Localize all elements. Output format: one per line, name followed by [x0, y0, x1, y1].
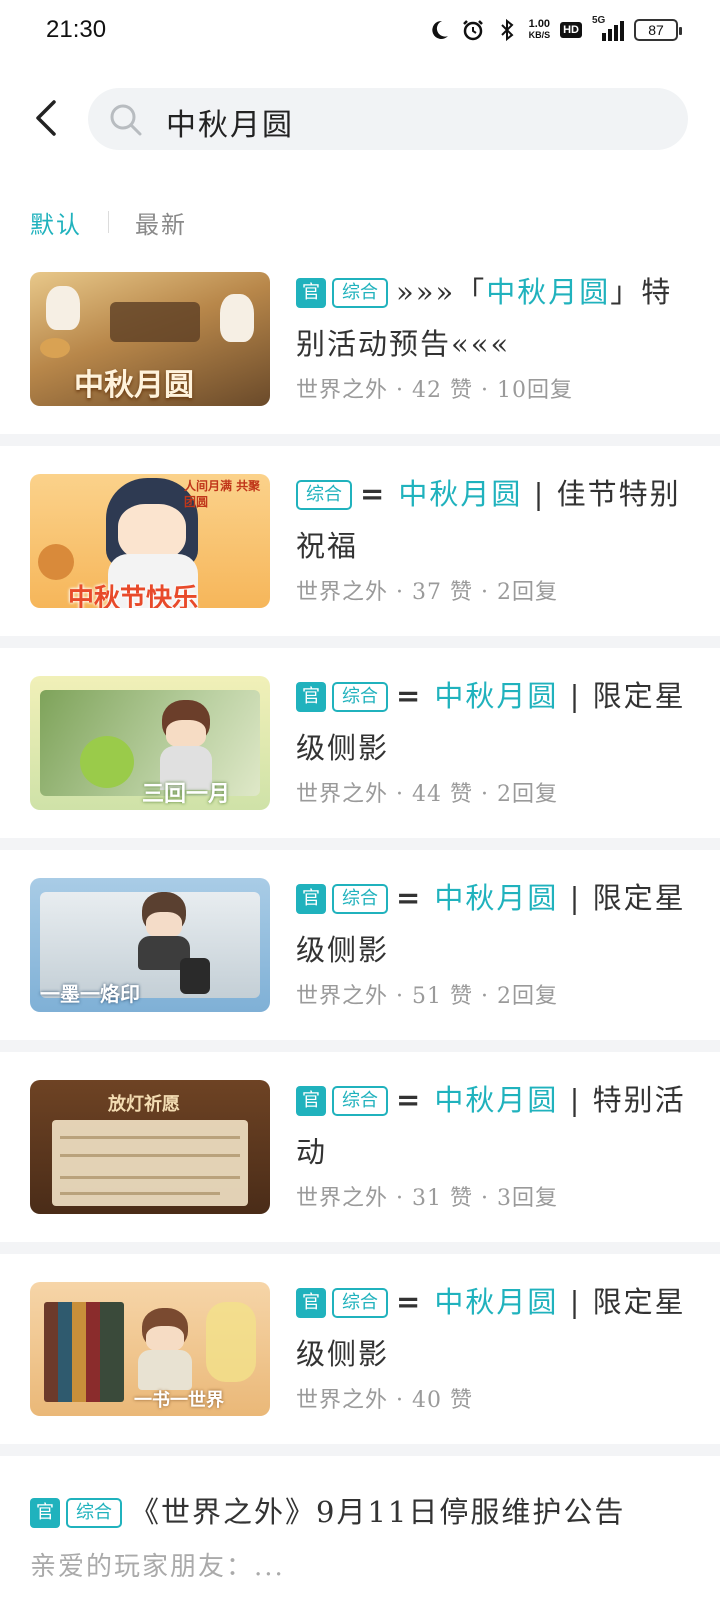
speed-value: 1.00: [528, 18, 551, 30]
post-meta: 世界之外 · 40 赞: [296, 1388, 473, 1413]
post-title[interactable]: 官综合 »»»「中秋月圆」特别活动预告«««: [296, 266, 696, 370]
thumbnail-caption: 中秋月圆: [74, 368, 194, 403]
thumbnail-caption: 三回一月: [142, 781, 231, 807]
thumbnail-corner-text: 人间月满 共聚团圆: [184, 479, 261, 509]
post-meta: 世界之外 · 51 赞 · 2回复: [296, 984, 558, 1009]
title-prefix: =: [396, 1083, 435, 1117]
title-prefix: =: [396, 1285, 435, 1319]
signal-icon: 5G: [592, 15, 624, 41]
post-title[interactable]: 官综合 = 中秋月圆 | 特别活动: [296, 1074, 696, 1178]
post-meta: 世界之外 · 37 赞 · 2回复: [296, 580, 558, 605]
official-tag: 官: [296, 884, 326, 914]
post-item[interactable]: 放灯祈愿 官综合 = 中秋月圆 | 特别活动 世界之外 · 31 赞 · 3回复: [0, 1068, 720, 1264]
network-speed: 1.00 KB/S: [529, 19, 551, 41]
tab-default[interactable]: 默认: [30, 205, 82, 240]
title-highlight: 中秋月圆: [434, 1285, 559, 1319]
official-tag: 官: [30, 1498, 60, 1528]
post-meta: 世界之外 · 44 赞 · 2回复: [296, 782, 558, 807]
post-preview: 亲爱的玩家朋友：...: [30, 1552, 285, 1582]
separator: [0, 636, 720, 648]
hd-badge: HD: [560, 22, 582, 38]
back-button[interactable]: [26, 96, 66, 140]
thumbnail-caption: 放灯祈愿: [108, 1094, 180, 1115]
post-title[interactable]: 综合 = 中秋月圆 | 佳节特别祝福: [296, 468, 696, 572]
post-body: 官综合 »»»「中秋月圆」特别活动预告««« 世界之外 · 42 赞 · 10回复: [296, 266, 696, 404]
category-tag: 综合: [332, 278, 388, 308]
post-item[interactable]: 一墨一烙印 官综合 = 中秋月圆 | 限定星级侧影 世界之外 · 51 赞 · 2…: [0, 866, 720, 1062]
search-header: 中秋月圆: [0, 84, 720, 150]
thumbnail-caption: 中秋节快乐: [68, 584, 199, 608]
post-thumbnail: 三回一月: [30, 676, 270, 810]
post-item[interactable]: 中秋月圆 官综合 »»»「中秋月圆」特别活动预告««« 世界之外 · 42 赞 ·…: [0, 260, 720, 456]
title-text: 《世界之外》9月11日停服维护公告: [130, 1495, 626, 1529]
battery-level: 87: [648, 22, 664, 38]
post-thumbnail: 人间月满 共聚团圆 中秋节快乐: [30, 474, 270, 608]
official-tag: 官: [296, 1288, 326, 1318]
post-item[interactable]: 一书一世界 官综合 = 中秋月圆 | 限定星级侧影 世界之外 · 40 赞: [0, 1270, 720, 1466]
tab-divider: [108, 211, 109, 233]
search-query[interactable]: 中秋月圆: [166, 100, 294, 144]
post-title[interactable]: 官综合 = 中秋月圆 | 限定星级侧影: [296, 1276, 696, 1380]
separator: [0, 838, 720, 850]
post-thumbnail: 一书一世界: [30, 1282, 270, 1416]
title-prefix: =: [396, 881, 435, 915]
speed-unit: KB/S: [528, 30, 551, 40]
post-meta: 世界之外 · 42 赞 · 10回复: [296, 378, 573, 403]
status-icons: 1.00 KB/S HD 5G 87: [427, 15, 682, 42]
post-meta: 世界之外 · 31 赞 · 3回复: [296, 1186, 558, 1211]
post-thumbnail: 中秋月圆: [30, 272, 270, 406]
post-body: 官综合 = 中秋月圆 | 特别活动 世界之外 · 31 赞 · 3回复: [296, 1074, 696, 1212]
post-thumbnail: 一墨一烙印: [30, 878, 270, 1012]
thumbnail-caption: 一墨一烙印: [40, 982, 140, 1006]
title-highlight: 中秋月圆: [398, 477, 523, 511]
post-body: 官综合 = 中秋月圆 | 限定星级侧影 世界之外 · 40 赞: [296, 1276, 696, 1414]
post-body: 综合 = 中秋月圆 | 佳节特别祝福 世界之外 · 37 赞 · 2回复: [296, 468, 696, 606]
category-tag: 综合: [332, 1086, 388, 1116]
official-tag: 官: [296, 278, 326, 308]
alarm-icon: [462, 20, 483, 41]
title-highlight: 中秋月圆: [434, 881, 559, 915]
title-highlight: 中秋月圆: [434, 679, 559, 713]
post-thumbnail: 放灯祈愿: [30, 1080, 270, 1214]
tab-latest[interactable]: 最新: [135, 205, 187, 240]
official-tag: 官: [296, 682, 326, 712]
title-highlight: 中秋月圆: [486, 275, 611, 309]
category-tag: 综合: [332, 884, 388, 914]
post-body: 官综合 = 中秋月圆 | 限定星级侧影 世界之外 · 44 赞 · 2回复: [296, 670, 696, 808]
separator: [0, 434, 720, 446]
category-tag: 综合: [332, 1288, 388, 1318]
separator: [0, 1444, 720, 1456]
category-tag: 综合: [66, 1498, 122, 1528]
network-label: 5G: [592, 15, 606, 26]
post-title[interactable]: 官综合 = 中秋月圆 | 限定星级侧影: [296, 670, 696, 774]
status-bar: 21:30 1.00 KB/S HD 5G 87: [0, 0, 720, 64]
search-icon: [110, 104, 142, 136]
battery-icon: 87: [634, 19, 682, 41]
category-tag: 综合: [332, 682, 388, 712]
status-time: 21:30: [46, 16, 107, 43]
moon-icon: [431, 20, 448, 39]
title-highlight: 中秋月圆: [434, 1083, 559, 1117]
official-tag: 官: [296, 1086, 326, 1116]
separator: [0, 1040, 720, 1052]
post-item[interactable]: 官综合 《世界之外》9月11日停服维护公告 亲爱的玩家朋友：...: [30, 1486, 700, 1583]
title-prefix: =: [360, 477, 399, 511]
bluetooth-icon: [500, 18, 514, 42]
sort-tabs: 默认 最新: [30, 200, 187, 244]
title-prefix: =: [396, 679, 435, 713]
post-body: 官综合 = 中秋月圆 | 限定星级侧影 世界之外 · 51 赞 · 2回复: [296, 872, 696, 1010]
post-item[interactable]: 人间月满 共聚团圆 中秋节快乐 综合 = 中秋月圆 | 佳节特别祝福 世界之外 ·…: [0, 462, 720, 658]
title-prefix: »»»「: [396, 275, 487, 309]
search-input[interactable]: 中秋月圆: [88, 88, 688, 150]
post-title[interactable]: 官综合 = 中秋月圆 | 限定星级侧影: [296, 872, 696, 976]
chevron-left-icon: [36, 100, 56, 136]
post-title[interactable]: 官综合 《世界之外》9月11日停服维护公告: [30, 1486, 700, 1538]
thumbnail-caption: 一书一世界: [134, 1390, 224, 1411]
category-tag: 综合: [296, 480, 352, 510]
post-item[interactable]: 三回一月 官综合 = 中秋月圆 | 限定星级侧影 世界之外 · 44 赞 · 2回…: [0, 664, 720, 860]
separator: [0, 1242, 720, 1254]
